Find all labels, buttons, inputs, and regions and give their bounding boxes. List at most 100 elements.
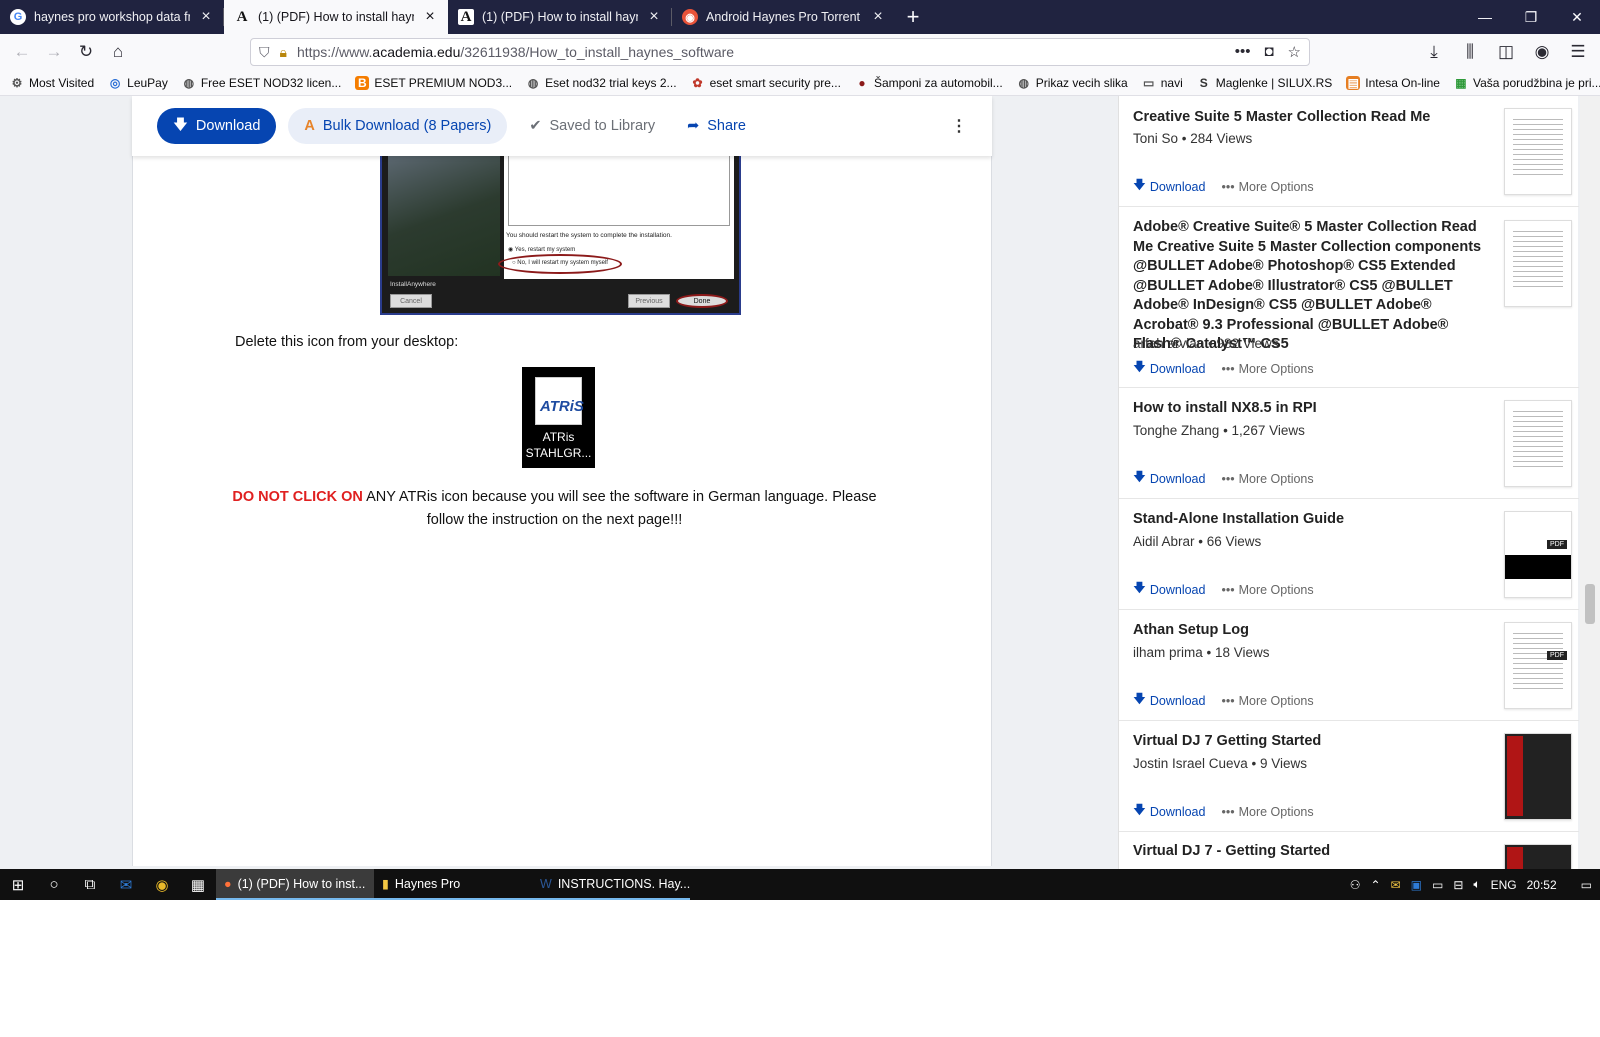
clock[interactable]: 20:52 <box>1527 878 1557 892</box>
volume-icon[interactable]: 🔈︎ <box>1473 877 1480 892</box>
paper-thumbnail[interactable] <box>1504 844 1572 869</box>
windows-taskbar: ⊞ ○ ⧉ ✉ ◉ ▦ ● (1) (PDF) How to inst... ▮ H… <box>0 869 1600 900</box>
cortana-search-icon[interactable]: ○ <box>36 869 72 900</box>
paper-download-button[interactable]: 🡇 Download <box>1133 358 1205 379</box>
insecure-lock-icon[interactable]: 🔒︎ <box>280 44 287 61</box>
torrent-icon: ◉ <box>682 9 698 25</box>
paper-thumbnail[interactable] <box>1504 108 1572 195</box>
forward-icon[interactable]: → <box>38 36 70 68</box>
browser-tab[interactable]: A (1) (PDF) How to install hayne × <box>448 0 672 34</box>
share-button[interactable]: ➦ Share <box>677 118 756 134</box>
bookmarks-bar: ⚙ Most Visited ◎ LeuPay ◍ Free ESET NOD32 lic… <box>0 70 1600 96</box>
bookmark-item[interactable]: B ESET PREMIUM NOD3... <box>355 75 512 90</box>
back-icon[interactable]: ← <box>6 36 38 68</box>
bookmark-item[interactable]: ▭ navi <box>1142 76 1183 90</box>
browser-tab-active[interactable]: A (1) (PDF) How to install hayne × <box>224 0 448 34</box>
more-vertical-icon[interactable]: ⋮ <box>951 116 967 136</box>
paper-more-options-button[interactable]: ••• More Options <box>1221 468 1313 489</box>
address-bar[interactable]: ⛉ 🔒︎ https://www.academia.edu/32611938/H… <box>250 38 1310 66</box>
google-icon: G <box>10 9 26 25</box>
warning-emphasis: DO NOT CLICK ON <box>232 489 363 505</box>
library-icon[interactable]: ⫼ <box>1454 36 1486 68</box>
paper-thumbnail[interactable] <box>1504 220 1572 307</box>
mail-icon[interactable]: ✉ <box>1391 878 1401 892</box>
paper-title-link[interactable]: Stand-Alone Installation Guide <box>1133 510 1483 530</box>
outlook-icon[interactable]: ✉ <box>108 869 144 900</box>
taskbar-app-folder[interactable]: ▮ Haynes Pro <box>374 869 532 900</box>
bookmark-star-icon[interactable]: ☆ <box>1288 43 1301 61</box>
paper-more-options-button[interactable]: ••• More Options <box>1221 690 1313 711</box>
taskbar-app-firefox[interactable]: ● (1) (PDF) How to inst... <box>216 869 374 900</box>
bookmark-item[interactable]: ⚙ Most Visited <box>10 76 95 90</box>
bookmark-item[interactable]: ◍ Free ESET NOD32 licen... <box>182 76 342 90</box>
pocket-icon[interactable]: ◘ <box>1264 43 1273 61</box>
paper-thumbnail[interactable] <box>1504 400 1572 487</box>
calculator-icon[interactable]: ▦ <box>180 869 216 900</box>
close-tab-icon[interactable]: × <box>870 8 886 26</box>
paper-download-button[interactable]: 🡇 Download <box>1133 690 1205 711</box>
close-tab-icon[interactable]: × <box>198 8 214 26</box>
bookmark-item[interactable]: ✿ eset smart security pre... <box>691 76 841 90</box>
paper-more-options-button[interactable]: ••• More Options <box>1221 801 1313 822</box>
outlook-tray-icon[interactable]: ▣ <box>1411 878 1422 892</box>
bookmark-item[interactable]: ● Šamponi za automobil... <box>855 76 1002 90</box>
paper-title-link[interactable]: Virtual DJ 7 - Getting Started <box>1133 842 1483 862</box>
scrollbar[interactable] <box>1580 96 1600 869</box>
bookmark-item[interactable]: ◎ LeuPay <box>108 76 168 90</box>
battery-icon[interactable]: ▭ <box>1432 878 1443 892</box>
paper-title-link[interactable]: Athan Setup Log <box>1133 621 1483 641</box>
bookmark-item[interactable]: ◍ Prikaz vecih slika <box>1017 76 1127 90</box>
notifications-icon[interactable]: ▭ <box>1581 878 1592 892</box>
paper-title-link[interactable]: Creative Suite 5 Master Collection Read … <box>1133 108 1483 128</box>
taskbar-app-word[interactable]: W INSTRUCTIONS. Hay... <box>532 869 690 900</box>
paper-title-link[interactable]: How to install NX8.5 in RPI <box>1133 399 1483 419</box>
blogger-icon: B <box>355 75 370 90</box>
bulk-download-button[interactable]: A Bulk Download (8 Papers) <box>288 108 508 144</box>
paper-download-button[interactable]: 🡇 Download <box>1133 468 1205 489</box>
download-button[interactable]: 🡇 Download <box>157 108 277 144</box>
minimize-icon[interactable]: — <box>1462 0 1508 34</box>
bookmark-item[interactable]: ▤ Intesa On-line <box>1346 75 1440 90</box>
share-arrow-icon: ➦ <box>687 118 700 134</box>
paper-more-options-button[interactable]: ••• More Options <box>1221 176 1313 197</box>
close-tab-icon[interactable]: × <box>646 8 662 26</box>
close-tab-icon[interactable]: × <box>422 8 438 26</box>
browser-tab[interactable]: ◉ Android Haynes Pro Torrent 15 × <box>672 0 896 34</box>
restore-icon[interactable]: ❐ <box>1508 0 1554 34</box>
scrollbar-thumb[interactable] <box>1585 584 1595 624</box>
page-actions-icon[interactable]: ••• <box>1235 43 1251 61</box>
paper-more-options-button[interactable]: ••• More Options <box>1221 358 1313 379</box>
bookmark-item[interactable]: ◍ Eset nod32 trial keys 2... <box>526 76 677 90</box>
bookmark-item[interactable]: ▦ Vaša porudžbina je pri... <box>1454 76 1600 90</box>
radio-yes: ◉ Yes, restart my system <box>508 247 576 253</box>
saved-to-library-button[interactable]: ✔ Saved to Library <box>519 118 665 134</box>
bookmark-item[interactable]: S Maglenke | SILUX.RS <box>1197 76 1333 90</box>
paper-download-button[interactable]: 🡇 Download <box>1133 579 1205 600</box>
window-controls: — ❐ ✕ <box>1462 0 1600 34</box>
chevron-up-icon[interactable]: ⌃ <box>1371 878 1381 892</box>
network-icon[interactable]: ⊟ <box>1453 878 1463 892</box>
people-icon[interactable]: ⚇ <box>1350 878 1361 892</box>
close-window-icon[interactable]: ✕ <box>1554 0 1600 34</box>
paper-download-button[interactable]: 🡇 Download <box>1133 801 1205 822</box>
account-icon[interactable]: ◉ <box>1526 36 1558 68</box>
paper-thumbnail[interactable]: PDF <box>1504 622 1572 709</box>
paper-title-link[interactable]: Virtual DJ 7 Getting Started <box>1133 732 1483 752</box>
home-icon[interactable]: ⌂ <box>102 36 134 68</box>
windows-start-icon[interactable]: ⊞ <box>0 869 36 900</box>
menu-icon[interactable]: ☰ <box>1562 36 1594 68</box>
language-indicator[interactable]: ENG <box>1491 878 1517 892</box>
sidebar-toggle-icon[interactable]: ◫ <box>1490 36 1522 68</box>
paper-title-link[interactable]: Adobe® Creative Suite® 5 Master Collecti… <box>1133 218 1483 355</box>
downloads-icon[interactable]: ⤓ <box>1418 36 1450 68</box>
paper-more-options-button[interactable]: ••• More Options <box>1221 579 1313 600</box>
chrome-icon[interactable]: ◉ <box>144 869 180 900</box>
reload-icon[interactable]: ↻ <box>70 36 102 68</box>
browser-tab[interactable]: G haynes pro workshop data free × <box>0 0 224 34</box>
task-view-icon[interactable]: ⧉ <box>72 869 108 900</box>
tracking-shield-icon[interactable]: ⛉ <box>259 44 270 61</box>
paper-thumbnail[interactable] <box>1504 733 1572 820</box>
paper-download-button[interactable]: 🡇 Download <box>1133 176 1205 197</box>
paper-thumbnail[interactable]: PDF <box>1504 511 1572 598</box>
new-tab-button[interactable]: + <box>896 0 930 34</box>
